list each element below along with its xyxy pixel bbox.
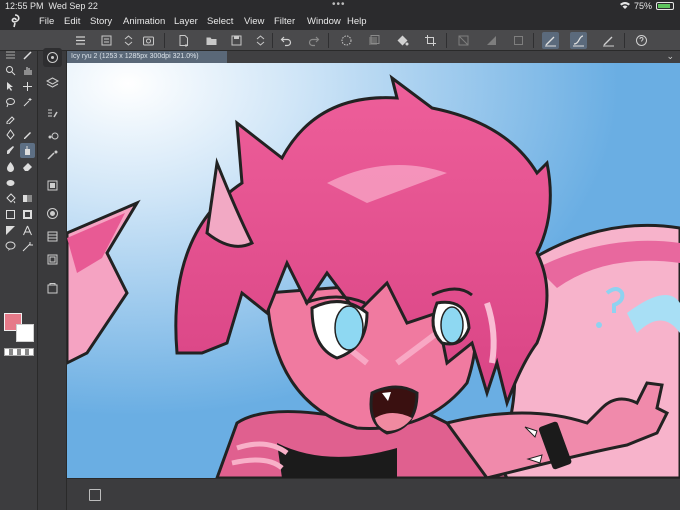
help-icon[interactable] xyxy=(633,32,650,49)
blend-icon[interactable] xyxy=(3,159,18,174)
toolbar-divider xyxy=(533,33,534,48)
fill-bucket-icon[interactable] xyxy=(3,191,18,206)
menu-select[interactable]: Select xyxy=(207,16,233,27)
gradient-tool-icon[interactable] xyxy=(20,191,35,206)
color-slider-icon[interactable] xyxy=(43,227,62,246)
status-time: 12:55 PM Wed Sep 22 xyxy=(5,1,98,11)
menu-help[interactable]: Help xyxy=(347,16,367,27)
status-right: 75% xyxy=(619,1,674,11)
figure-icon[interactable] xyxy=(3,207,18,222)
loading-icon[interactable] xyxy=(338,32,355,49)
navigator-icon[interactable] xyxy=(43,48,62,67)
toolbar-divider xyxy=(272,33,273,48)
balloon-icon[interactable] xyxy=(3,239,18,254)
wifi-icon xyxy=(619,1,630,11)
document-tab[interactable]: Icy ryu 2 (1253 x 1285px 300dpi 321.0%) xyxy=(67,51,227,63)
decoration-icon[interactable] xyxy=(3,175,18,190)
save-icon[interactable] xyxy=(228,32,245,49)
left-iris xyxy=(334,305,364,351)
clip-studio-logo-icon[interactable] xyxy=(8,14,22,28)
pencil-icon[interactable] xyxy=(20,127,35,142)
ruler-icon[interactable] xyxy=(3,223,18,238)
pen-icon[interactable] xyxy=(20,48,35,63)
menu-edit[interactable]: Edit xyxy=(64,16,80,27)
open-folder-icon[interactable] xyxy=(203,32,220,49)
crop-icon[interactable] xyxy=(422,32,439,49)
battery-percent: 75% xyxy=(633,1,652,11)
brush-icon[interactable] xyxy=(3,143,18,158)
updown-icon[interactable] xyxy=(252,32,269,49)
brush-curve-icon[interactable] xyxy=(570,32,587,49)
toolbar-divider xyxy=(164,33,165,48)
menu-icon[interactable] xyxy=(72,32,89,49)
magic-wand-icon[interactable] xyxy=(20,95,35,110)
text-icon[interactable] xyxy=(20,223,35,238)
undo-icon[interactable] xyxy=(278,32,295,49)
zoom-icon[interactable] xyxy=(3,63,18,78)
command-bar xyxy=(0,30,680,51)
chevron-down-icon[interactable]: ⌄ xyxy=(666,51,674,62)
updown-icon[interactable] xyxy=(120,32,137,49)
menu-window[interactable]: Window xyxy=(307,16,341,27)
color-history-icon[interactable] xyxy=(43,250,62,269)
bottom-bar xyxy=(67,478,680,510)
multitask-dots-icon[interactable]: ••• xyxy=(332,0,346,10)
airbrush-icon[interactable] xyxy=(20,143,35,158)
drawing-canvas[interactable] xyxy=(67,63,680,478)
eyedropper-icon[interactable] xyxy=(3,111,18,126)
right-iris xyxy=(440,306,464,344)
frame-border-icon[interactable] xyxy=(20,207,35,222)
layer-stack-icon[interactable] xyxy=(98,32,115,49)
toolbar-divider xyxy=(446,33,447,48)
menu-file[interactable]: File xyxy=(39,16,54,27)
menu-story[interactable]: Story xyxy=(90,16,112,27)
brush-line-icon[interactable] xyxy=(542,32,559,49)
layer-icon[interactable] xyxy=(365,32,382,49)
toolbar-divider xyxy=(624,33,625,48)
menu-animation[interactable]: Animation xyxy=(123,16,165,27)
transparent-color-swatch[interactable] xyxy=(4,348,34,356)
menu-filter[interactable]: Filter xyxy=(274,16,295,27)
lasso-icon[interactable] xyxy=(3,95,18,110)
new-doc-icon[interactable] xyxy=(175,32,192,49)
eraser-icon[interactable] xyxy=(20,159,35,174)
material-icon[interactable] xyxy=(43,279,62,298)
camera-icon[interactable] xyxy=(140,32,157,49)
menu-bar: File Edit Story Animation Layer Select V… xyxy=(0,13,680,30)
tool-property-icon[interactable] xyxy=(43,146,62,165)
correct-line-icon[interactable] xyxy=(20,239,35,254)
battery-icon xyxy=(656,2,674,10)
sub-tool-icon[interactable] xyxy=(43,104,62,123)
frame-icon[interactable] xyxy=(510,32,527,49)
brush-size-icon[interactable] xyxy=(43,125,62,144)
transform-icon[interactable] xyxy=(455,32,472,49)
menu-layer[interactable]: Layer xyxy=(174,16,198,27)
color-set-icon[interactable] xyxy=(43,176,62,195)
pen-nib-icon[interactable] xyxy=(3,127,18,142)
tool-palette xyxy=(0,51,38,510)
color-wheel-icon[interactable] xyxy=(43,204,62,223)
toolbar-divider xyxy=(328,33,329,48)
artwork xyxy=(67,63,680,478)
layers-panel-icon[interactable] xyxy=(43,73,62,92)
gradient-icon[interactable] xyxy=(483,32,500,49)
sub-color-swatch[interactable] xyxy=(16,324,34,342)
document-tab-bar: Icy ryu 2 (1253 x 1285px 300dpi 321.0%) … xyxy=(67,51,680,63)
move-icon[interactable] xyxy=(20,79,35,94)
brush-pressure-icon[interactable] xyxy=(600,32,617,49)
fill-icon[interactable] xyxy=(394,32,411,49)
operation-icon[interactable] xyxy=(3,79,18,94)
palette-menu-icon[interactable] xyxy=(3,48,18,63)
redo-icon[interactable] xyxy=(305,32,322,49)
side-panel-icons xyxy=(38,48,67,510)
menu-view[interactable]: View xyxy=(244,16,264,27)
status-bar: 12:55 PM Wed Sep 22 ••• 75% xyxy=(0,0,680,13)
page-manager-icon[interactable] xyxy=(89,489,101,501)
hand-icon[interactable] xyxy=(20,63,35,78)
